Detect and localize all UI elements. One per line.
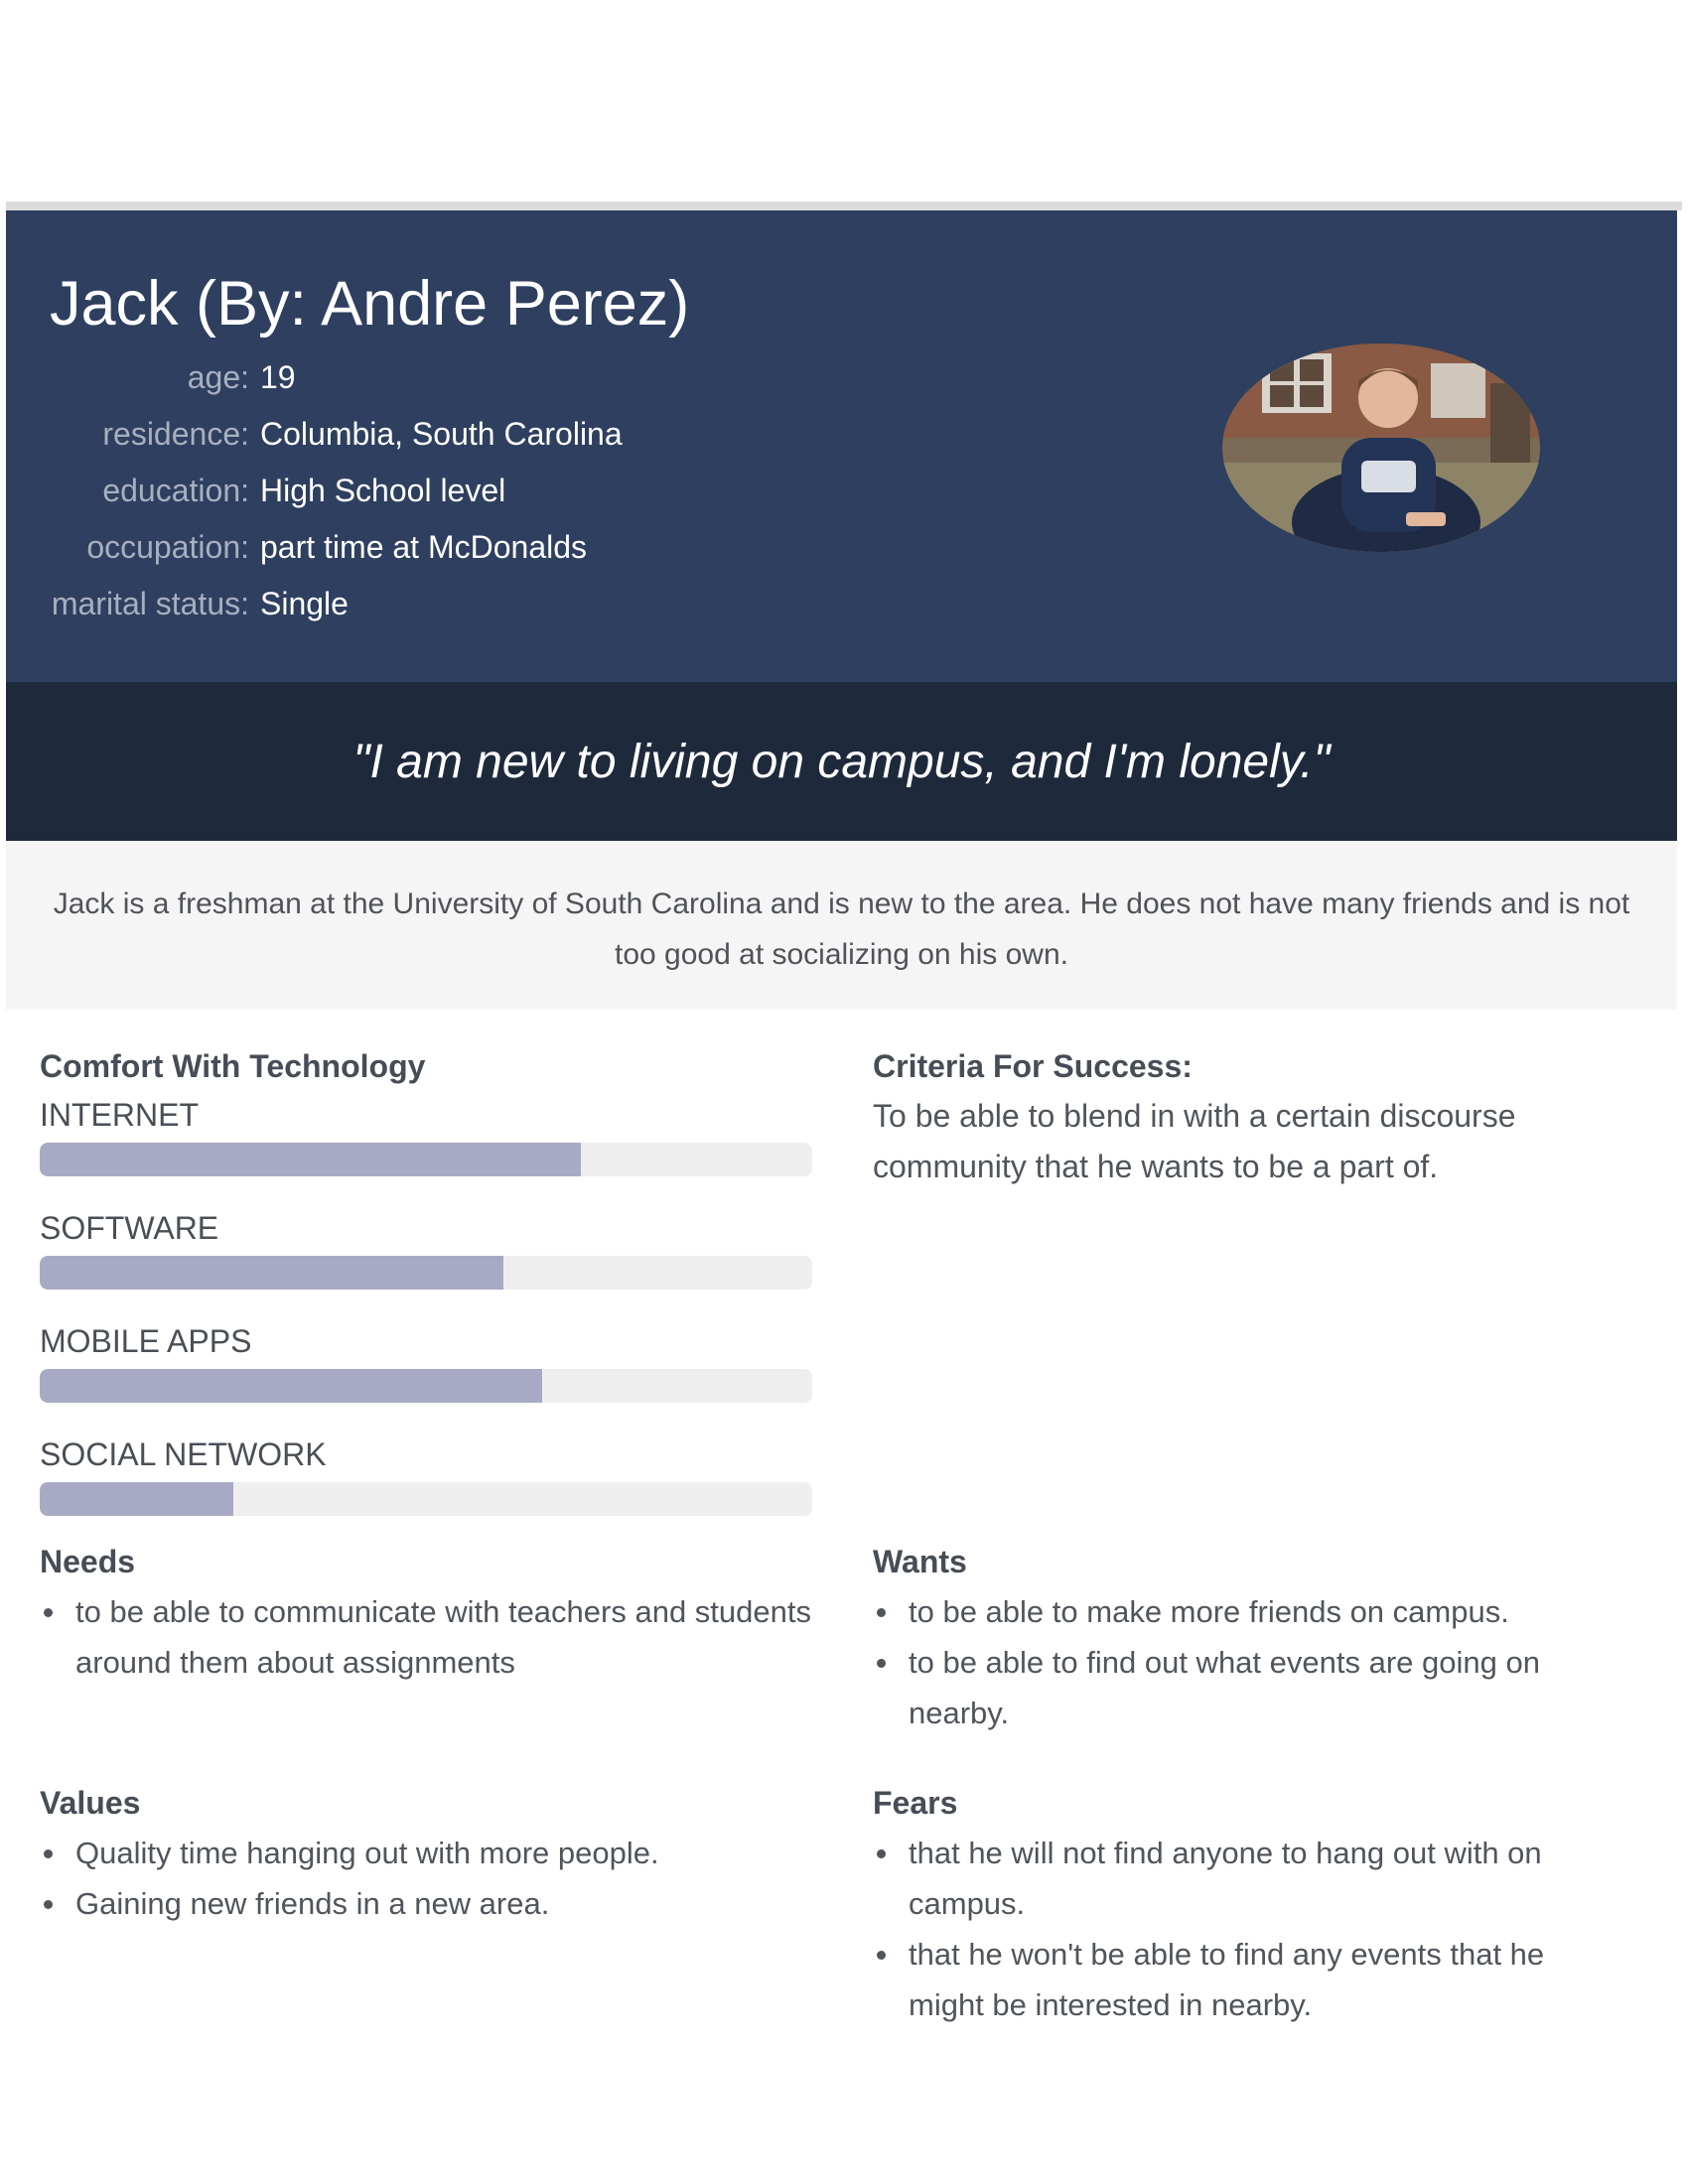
persona-header: Jack (By: Andre Perez) age: 19 residence… xyxy=(6,210,1677,682)
fact-value: High School level xyxy=(260,473,506,508)
fact-label: marital status: xyxy=(51,586,249,621)
persona-name: Jack (By: Andre Perez) xyxy=(50,269,690,339)
technology-section: Comfort With Technology INTERNET SOFTWAR… xyxy=(40,1048,814,1538)
persona-bio: Jack is a freshman at the University of … xyxy=(6,841,1677,1010)
list-item: Quality time hanging out with more peopl… xyxy=(44,1828,814,1878)
fears-title: Fears xyxy=(873,1785,958,1821)
values-title: Values xyxy=(40,1785,141,1821)
wants-list: to be able to make more friends on campu… xyxy=(873,1586,1608,1738)
wants-title: Wants xyxy=(873,1544,967,1579)
skill-bar-track xyxy=(40,1369,812,1403)
skill-label: SOCIAL NETWORK xyxy=(40,1436,327,1472)
list-item: Gaining new friends in a new area. xyxy=(44,1878,814,1929)
fact-label: residence: xyxy=(102,416,249,452)
skill-label: SOFTWARE xyxy=(40,1210,219,1246)
values-section: Values Quality time hanging out with mor… xyxy=(40,1785,814,1929)
skill-bar-fill xyxy=(40,1256,503,1290)
fact-value: Single xyxy=(260,586,349,621)
skill-label: MOBILE APPS xyxy=(40,1323,252,1359)
skill-bar-fill xyxy=(40,1482,233,1516)
needs-title: Needs xyxy=(40,1544,136,1579)
skill-internet: INTERNET xyxy=(40,1097,814,1198)
fact-label: education: xyxy=(102,473,249,508)
list-item: to be able to make more friends on campu… xyxy=(877,1586,1608,1637)
skill-bar-fill xyxy=(40,1369,542,1403)
list-item: that he will not find anyone to hang out… xyxy=(877,1828,1608,1929)
technology-title: Comfort With Technology xyxy=(40,1048,426,1084)
skill-bar-track xyxy=(40,1143,812,1176)
fact-label: age: xyxy=(187,359,249,395)
fact-value: part time at McDonalds xyxy=(260,529,588,565)
fact-value: Columbia, South Carolina xyxy=(260,416,623,452)
values-list: Quality time hanging out with more peopl… xyxy=(40,1828,814,1929)
needs-list: to be able to communicate with teachers … xyxy=(40,1586,814,1688)
skill-bar-fill xyxy=(40,1143,581,1176)
skill-bar-track xyxy=(40,1482,812,1516)
skill-bar-track xyxy=(40,1256,812,1290)
fact-value: 19 xyxy=(260,359,296,395)
persona-photo-illustration xyxy=(1222,343,1540,552)
top-divider xyxy=(6,202,1682,210)
persona-photo xyxy=(1222,343,1540,552)
list-item: to be able to find out what events are g… xyxy=(877,1637,1608,1738)
fears-section: Fears that he will not find anyone to ha… xyxy=(873,1785,1608,2030)
fears-list: that he will not find anyone to hang out… xyxy=(873,1828,1608,2030)
fact-label: occupation: xyxy=(86,529,249,565)
success-title: Criteria For Success: xyxy=(873,1048,1193,1084)
success-section: Criteria For Success: To be able to blen… xyxy=(873,1048,1608,1192)
success-text: To be able to blend in with a certain di… xyxy=(873,1098,1516,1184)
list-item: to be able to communicate with teachers … xyxy=(44,1586,814,1688)
list-item: that he won't be able to find any events… xyxy=(877,1929,1608,2030)
persona-quote: "I am new to living on campus, and I'm l… xyxy=(352,735,1331,788)
skill-software: SOFTWARE xyxy=(40,1210,814,1311)
skill-mobile-apps: MOBILE APPS xyxy=(40,1323,814,1425)
wants-section: Wants to be able to make more friends on… xyxy=(873,1544,1608,1738)
skill-social-network: SOCIAL NETWORK xyxy=(40,1436,814,1538)
quote-banner: "I am new to living on campus, and I'm l… xyxy=(6,682,1677,841)
needs-section: Needs to be able to communicate with tea… xyxy=(40,1544,814,1688)
skill-label: INTERNET xyxy=(40,1097,199,1133)
